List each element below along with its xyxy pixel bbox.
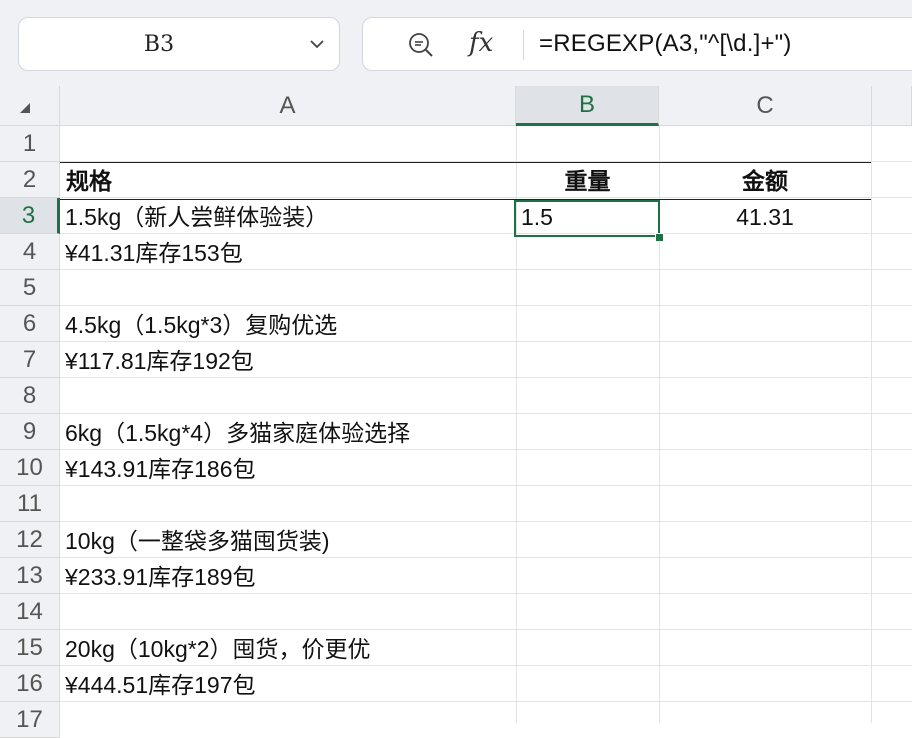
name-box[interactable]: B3: [18, 17, 340, 71]
row-header-6[interactable]: 6: [0, 306, 60, 342]
cell-a10[interactable]: ¥143.91库存186包: [65, 451, 256, 487]
fill-handle[interactable]: [655, 233, 664, 242]
column-header-c[interactable]: C: [659, 86, 872, 126]
name-box-value: B3: [143, 32, 175, 57]
gridline-vertical: [871, 126, 872, 723]
cell-c2[interactable]: 金额: [659, 163, 871, 199]
row-header-12[interactable]: 12: [0, 522, 60, 558]
row-header-13[interactable]: 13: [0, 558, 60, 594]
row-header-1[interactable]: 1: [0, 126, 60, 162]
row-header-10[interactable]: 10: [0, 450, 60, 486]
row-header-2[interactable]: 2: [0, 162, 60, 198]
row-header-8[interactable]: 8: [0, 378, 60, 414]
row-header-14[interactable]: 14: [0, 594, 60, 630]
gridline-horizontal: [60, 629, 912, 630]
row-header-4[interactable]: 4: [0, 234, 60, 270]
cell-c3[interactable]: 41.31: [659, 199, 871, 235]
formula-separator: [523, 30, 524, 60]
top-toolbar: B3 fx =REGEXP(A3,"^[\d.]+"): [0, 0, 912, 86]
cell-b2[interactable]: 重量: [516, 163, 659, 199]
cell-a3[interactable]: 1.5kg（新人尝鲜体验装）: [65, 199, 328, 235]
row-header-15[interactable]: 15: [0, 630, 60, 666]
row-header-5[interactable]: 5: [0, 270, 60, 306]
formula-input[interactable]: =REGEXP(A3,"^[\d.]+"): [539, 30, 792, 58]
cell-a13[interactable]: ¥233.91库存189包: [65, 559, 256, 595]
cell-a9[interactable]: 6kg（1.5kg*4）多猫家庭体验选择: [65, 415, 410, 451]
cell-a7[interactable]: ¥117.81库存192包: [65, 343, 254, 379]
active-cell-border: [514, 200, 660, 237]
zoom-search-icon[interactable]: [407, 31, 435, 59]
row-header-3[interactable]: 3: [0, 198, 60, 234]
column-header-a[interactable]: A: [60, 86, 516, 126]
gridline-horizontal: [60, 521, 912, 522]
formula-bar[interactable]: fx =REGEXP(A3,"^[\d.]+"): [362, 17, 912, 71]
cell-a2[interactable]: 规格: [66, 163, 112, 199]
cell-a6[interactable]: 4.5kg（1.5kg*3）复购优选: [65, 307, 337, 343]
column-header-next[interactable]: [872, 86, 912, 126]
row-header-11[interactable]: 11: [0, 486, 60, 522]
row-header-9[interactable]: 9: [0, 414, 60, 450]
cell-a4[interactable]: ¥41.31库存153包: [65, 235, 243, 271]
row-header-7[interactable]: 7: [0, 342, 60, 378]
function-icon[interactable]: fx: [469, 28, 493, 58]
gridline-horizontal: [60, 305, 912, 306]
cell-a16[interactable]: ¥444.51库存197包: [65, 667, 256, 703]
row-header-17[interactable]: 17: [0, 702, 60, 738]
cell-a12[interactable]: 10kg（一整袋多猫囤货装): [65, 523, 330, 559]
gridline-horizontal: [60, 413, 912, 414]
select-all-icon: [20, 103, 30, 113]
spreadsheet-grid: A B C 1 2 3 4 5 6 7 8 9 10 11 12 13 14 1…: [0, 86, 912, 738]
column-header-b[interactable]: B: [516, 86, 659, 126]
chevron-down-icon[interactable]: [307, 34, 327, 54]
select-all-corner[interactable]: [0, 86, 60, 126]
row-header-16[interactable]: 16: [0, 666, 60, 702]
cell-a15[interactable]: 20kg（10kg*2）囤货，价更优: [65, 631, 371, 667]
